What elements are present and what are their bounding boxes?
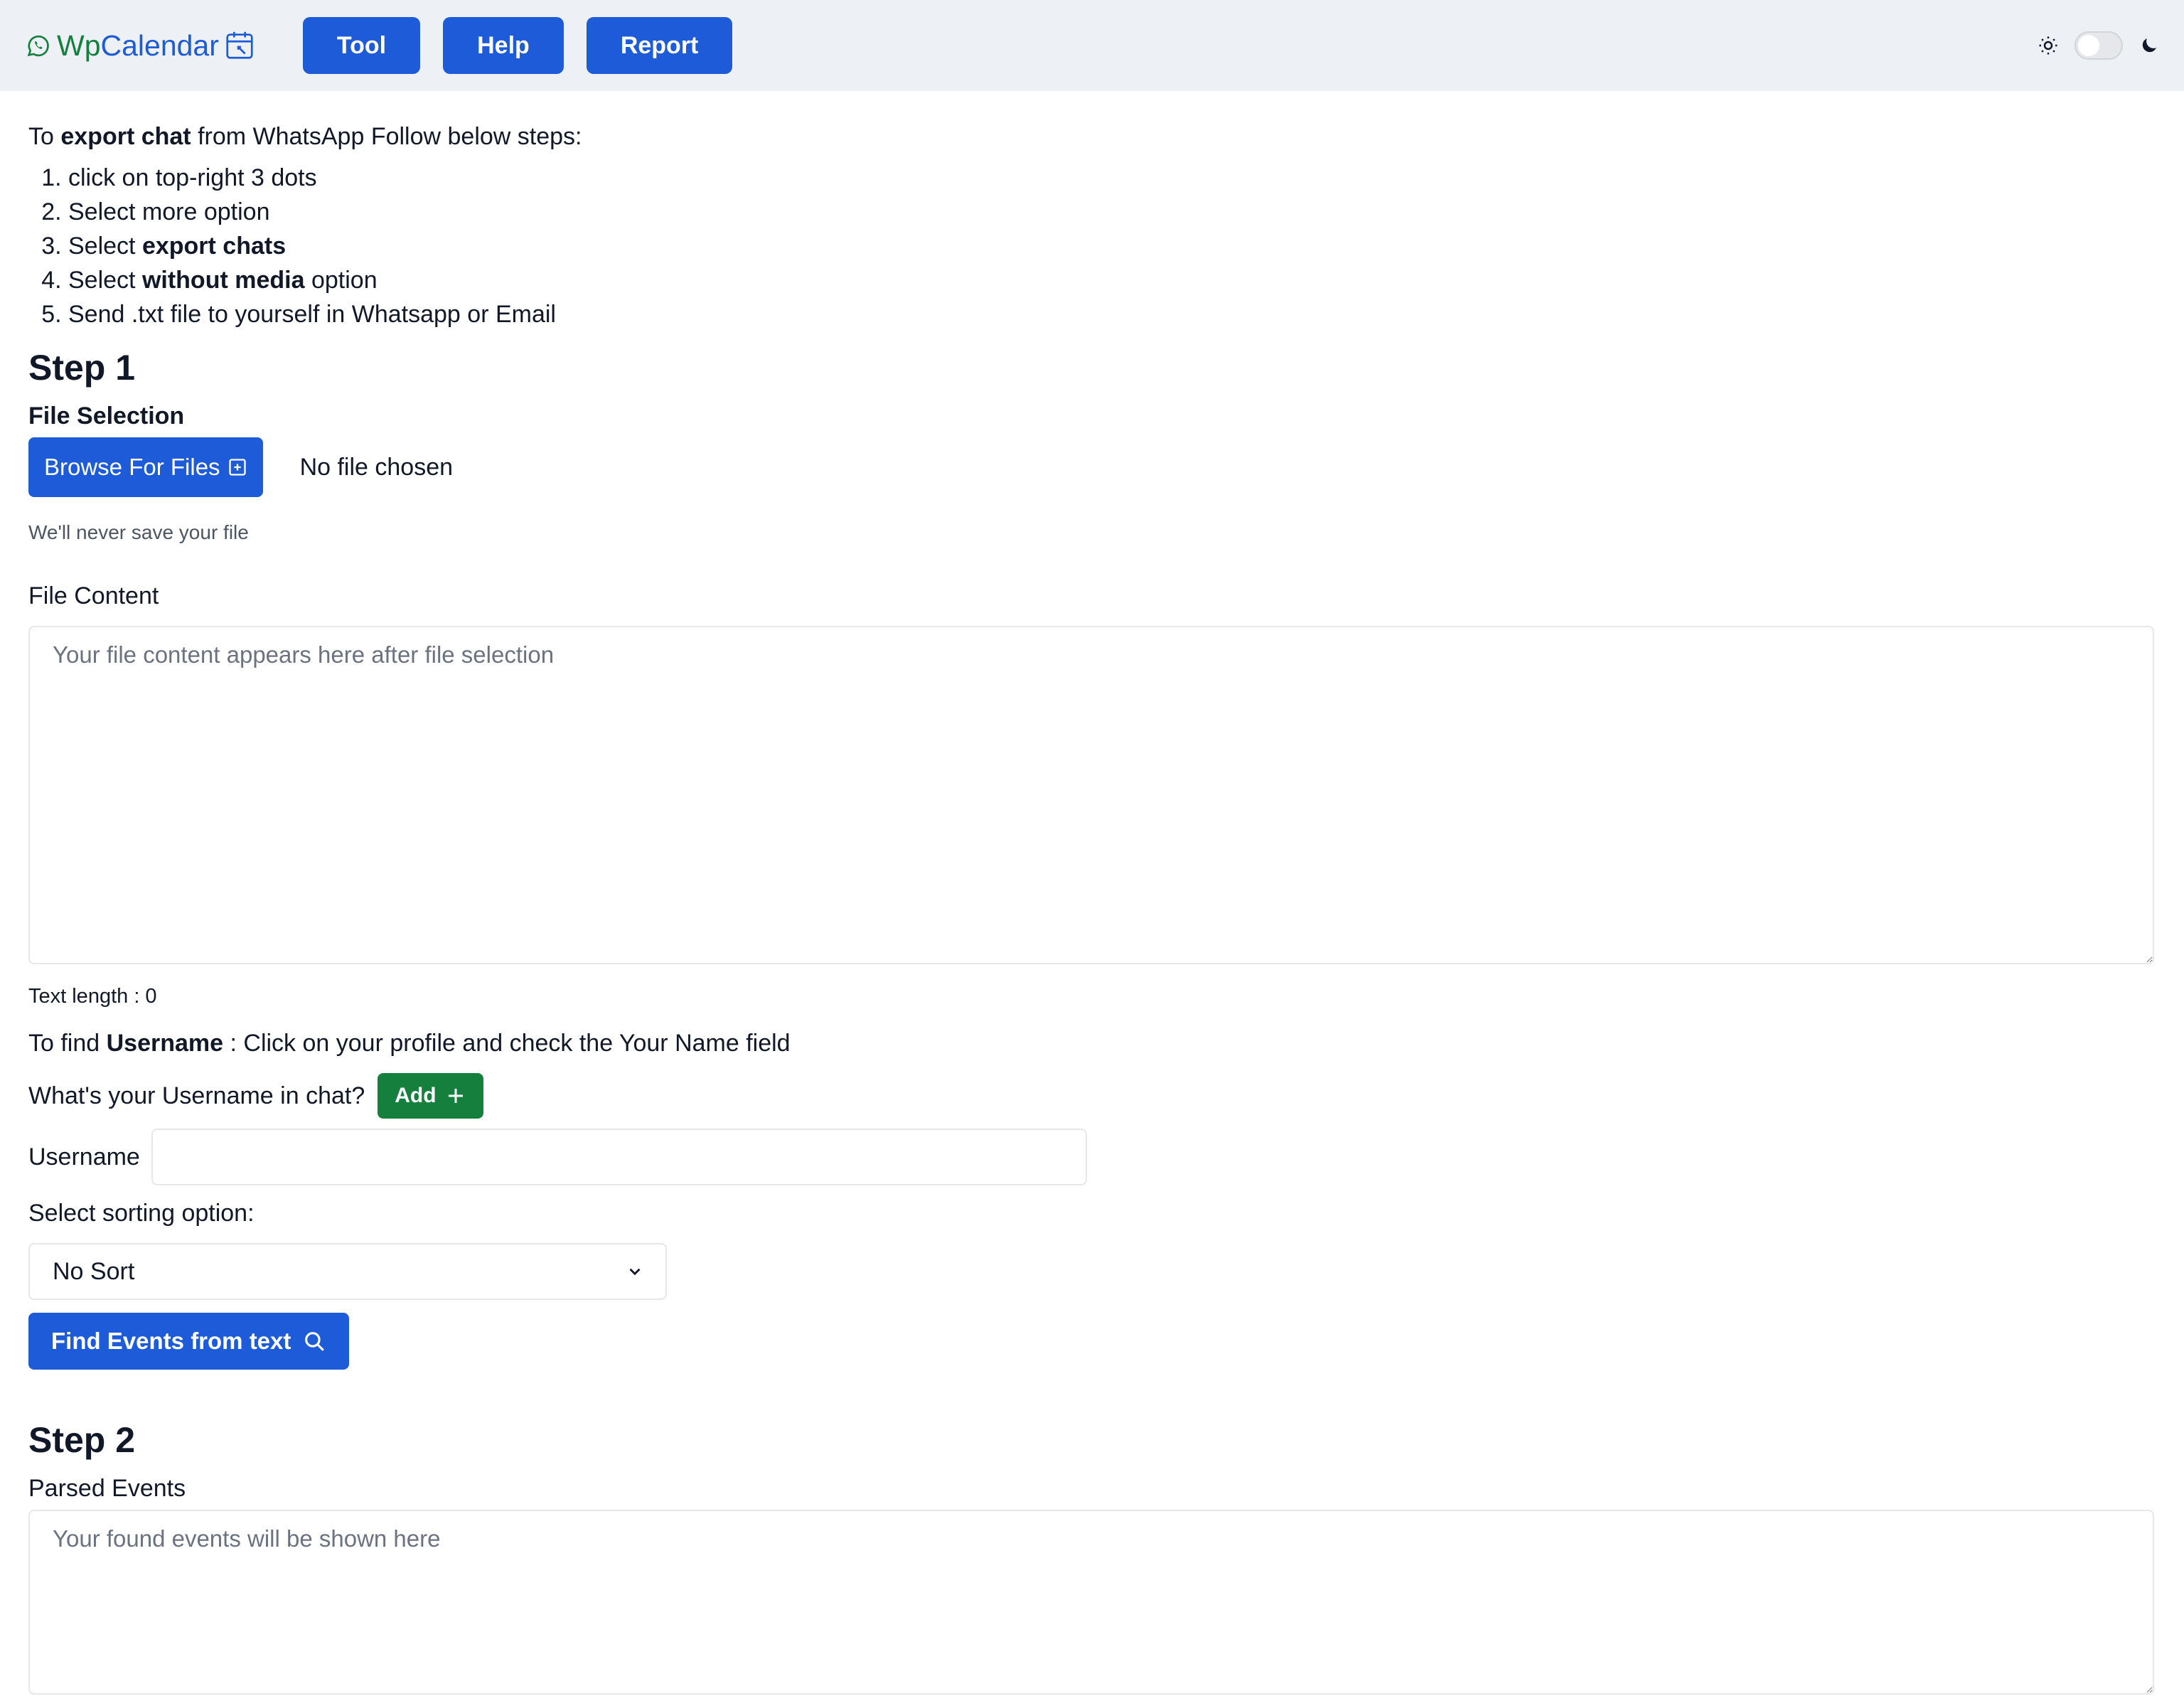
list-item: Select export chats [68, 229, 2156, 263]
whatsapp-icon [27, 35, 49, 57]
nav-help-button[interactable]: Help [443, 17, 564, 74]
sort-label: Select sorting option: [28, 1200, 255, 1227]
step1-title: Step 1 [28, 348, 136, 388]
browse-files-button[interactable]: Browse For Files [28, 437, 263, 497]
calendar-icon [226, 31, 253, 59]
file-selection-label: File Selection [28, 402, 185, 430]
list-item: Send .txt file to yourself in Whatsapp o… [68, 297, 2156, 331]
file-content-label: File Content [28, 582, 159, 609]
username-label: Username [28, 1143, 140, 1171]
browse-files-label: Browse For Files [44, 454, 220, 480]
username-question-row: What's your Username in chat? Add [28, 1073, 2156, 1119]
find-events-label: Find Events from text [51, 1328, 291, 1354]
theme-toggle[interactable] [2075, 31, 2123, 60]
navbar: Wp Calendar Tool Help Report [0, 0, 2184, 91]
brand-logo[interactable]: Wp Calendar [24, 29, 256, 63]
file-selection-row: Browse For Files No file chosen [28, 437, 2156, 497]
export-instructions: To export chat from WhatsApp Follow belo… [28, 119, 2156, 154]
chevron-down-icon [629, 1268, 641, 1276]
moon-icon [2142, 38, 2156, 53]
main-content: To export chat from WhatsApp Follow belo… [0, 119, 2184, 1701]
intro-bold: export chat [60, 123, 191, 150]
add-label: Add [395, 1084, 437, 1107]
text-length: Text length : 0 [28, 985, 157, 1008]
nav-report-button[interactable]: Report [586, 17, 733, 74]
brand-calendar-text: Calendar [100, 28, 219, 62]
sort-selected-value: No Sort [53, 1257, 135, 1285]
plus-icon [448, 1089, 463, 1103]
username-row: Username [28, 1129, 2156, 1185]
list-item: click on top-right 3 dots [68, 161, 2156, 195]
parsed-events-label: Parsed Events [28, 1475, 186, 1502]
parsed-events-textarea[interactable] [28, 1510, 2154, 1695]
list-item: Select without media option [68, 263, 2156, 297]
theme-switcher [2038, 31, 2160, 60]
sort-select[interactable]: No Sort [28, 1243, 667, 1300]
add-username-button[interactable]: Add [378, 1073, 483, 1119]
nav-tool-button[interactable]: Tool [302, 17, 421, 74]
plus-square-icon [228, 459, 246, 476]
intro-text: To [28, 123, 61, 150]
file-content-textarea[interactable] [28, 626, 2154, 964]
file-status: No file chosen [299, 453, 454, 481]
username-input[interactable] [151, 1129, 1087, 1185]
privacy-hint: We'll never save your file [28, 521, 249, 543]
search-icon [305, 1332, 325, 1351]
sun-icon [2039, 36, 2057, 55]
export-steps-list: click on top-right 3 dots Select more op… [28, 161, 2156, 331]
username-question: What's your Username in chat? [28, 1082, 365, 1109]
find-username-hint: To find Username : Click on your profile… [28, 1030, 791, 1057]
find-events-button[interactable]: Find Events from text [28, 1313, 350, 1370]
brand-wp-text: Wp [57, 28, 101, 62]
list-item: Select more option [68, 195, 2156, 229]
intro-text-end: from WhatsApp Follow below steps: [191, 123, 582, 150]
step2-title: Step 2 [28, 1420, 136, 1460]
